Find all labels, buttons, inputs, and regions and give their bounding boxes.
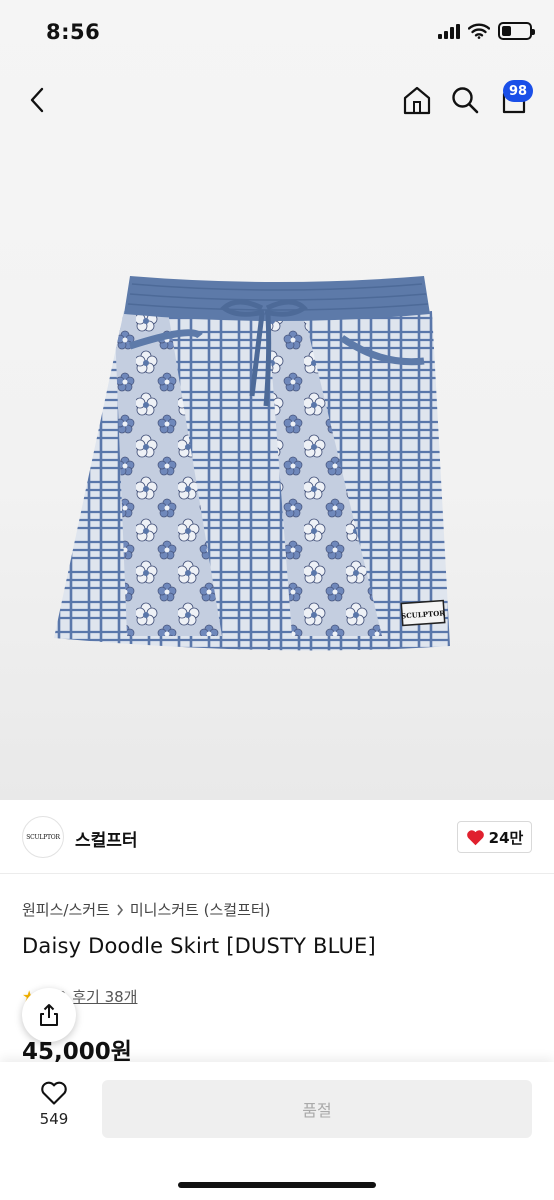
home-button[interactable]: [397, 80, 437, 120]
brand-name[interactable]: 스컬프터: [75, 826, 138, 851]
heart-icon: [466, 829, 484, 845]
wifi-icon: [468, 23, 490, 39]
home-icon: [403, 86, 431, 115]
brand-logo[interactable]: SCULPTOR: [22, 816, 64, 858]
back-icon: [30, 87, 44, 113]
battery-icon: [498, 22, 535, 40]
heart-outline-icon: [41, 1081, 67, 1105]
cart-count-badge: 98: [503, 80, 533, 102]
status-bar: 8:56: [0, 0, 554, 64]
review-link[interactable]: 후기 38개: [72, 986, 137, 1007]
brand-like-button[interactable]: 24만: [457, 821, 532, 853]
search-icon: [452, 87, 479, 114]
breadcrumb-category[interactable]: 원피스/스커트: [22, 899, 110, 920]
top-nav: [0, 72, 554, 128]
share-icon: [40, 1004, 58, 1026]
status-icons: [438, 22, 535, 40]
share-button[interactable]: [22, 988, 76, 1042]
chevron-right-icon: [117, 904, 123, 915]
product-image: SCULPTOR: [54, 276, 450, 651]
wishlist-button[interactable]: 549: [28, 1080, 80, 1140]
back-button[interactable]: [18, 80, 58, 120]
wishlist-count: 549: [39, 1110, 69, 1128]
brand-row: SCULPTOR 스컬프터 24만: [0, 800, 554, 874]
brand-like-count: 24만: [488, 828, 524, 847]
search-button[interactable]: [445, 80, 485, 120]
product-hero: 98 SCULPTOR: [0, 0, 554, 800]
breadcrumb: 원피스/스커트 미니스커트 (스컬프터): [22, 899, 271, 920]
status-time: 8:56: [46, 20, 101, 44]
signal-icon: [438, 23, 460, 39]
sold-out-button[interactable]: 품절: [102, 1080, 532, 1138]
bottom-action-bar: 549 품절: [0, 1062, 554, 1200]
product-title: Daisy Doodle Skirt [DUSTY BLUE]: [22, 934, 376, 958]
home-indicator: [178, 1182, 376, 1188]
breadcrumb-subcategory[interactable]: 미니스커트 (스컬프터): [130, 899, 271, 920]
